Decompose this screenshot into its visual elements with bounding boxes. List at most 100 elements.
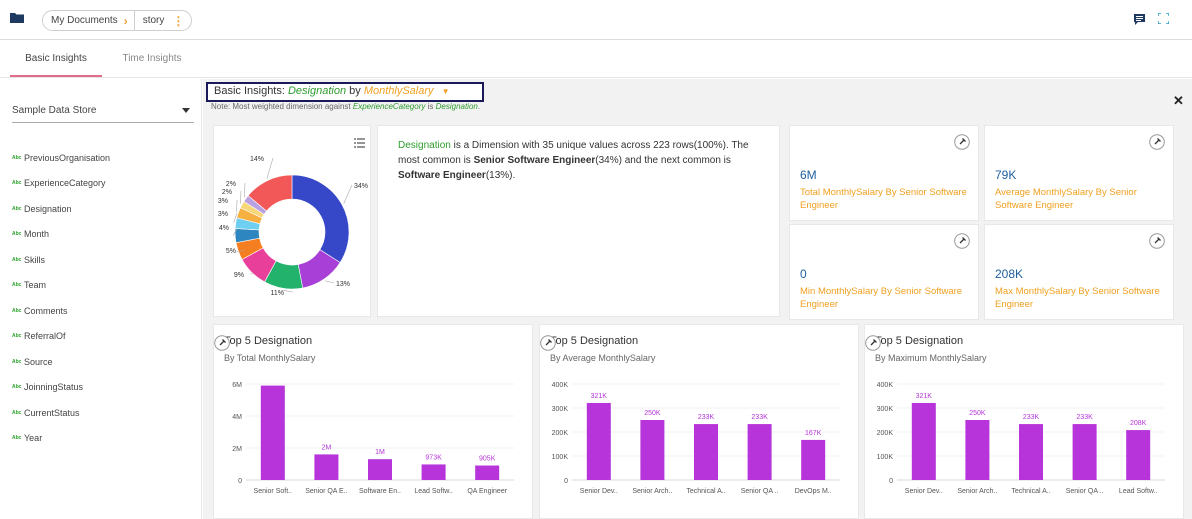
bar-value-label: 233K bbox=[698, 414, 715, 421]
tab-basic-insights[interactable]: Basic Insights bbox=[10, 40, 102, 77]
bar[interactable] bbox=[1019, 424, 1043, 480]
text-type-icon: Abc bbox=[12, 256, 22, 263]
kpi-card-max: 208K Max MonthlySalary By Senior Softwar… bbox=[984, 224, 1174, 320]
data-store-select[interactable]: Sample Data Store bbox=[12, 105, 194, 123]
dimension-item[interactable]: Abc ExperienceCategory bbox=[12, 171, 196, 197]
donut-slice-label: 3% bbox=[218, 198, 228, 205]
bar[interactable] bbox=[1126, 430, 1151, 480]
tab-bar: Basic Insights Time Insights bbox=[0, 40, 1192, 78]
chart-title: Top 5 Designation bbox=[875, 335, 964, 347]
y-tick-label: 200K bbox=[877, 430, 894, 437]
breadcrumb-story[interactable]: story bbox=[143, 15, 165, 26]
dimension-item[interactable]: Abc JoinningStatus bbox=[12, 375, 196, 401]
kpi-label: Total MonthlySalary By Senior Software E… bbox=[800, 187, 967, 211]
dimension-item[interactable]: Abc Skills bbox=[12, 247, 196, 273]
insight-dimension[interactable]: Designation bbox=[288, 85, 346, 97]
top-bar: My Documents › story ⋮ bbox=[0, 0, 1192, 40]
bar[interactable] bbox=[640, 420, 665, 480]
bar[interactable] bbox=[368, 459, 392, 480]
bar[interactable] bbox=[475, 465, 500, 480]
note-is: is bbox=[427, 102, 434, 111]
donut-chart: 34% 13% 11% 9% 5% 4% 3% 3% 2%2% 14% bbox=[218, 156, 368, 297]
dimension-item[interactable]: Abc Team bbox=[12, 273, 196, 299]
pin-icon[interactable] bbox=[1149, 233, 1165, 249]
dimension-item[interactable]: Abc ReferralOf bbox=[12, 324, 196, 350]
bar[interactable] bbox=[747, 424, 772, 480]
insight-title-selector[interactable]: Basic Insights: Designation by MonthlySa… bbox=[206, 82, 484, 102]
bar-value-label: 233K bbox=[1076, 414, 1093, 421]
comment-icon[interactable] bbox=[1134, 14, 1145, 25]
tab-time-insights[interactable]: Time Insights bbox=[110, 40, 194, 77]
caret-down-icon[interactable]: ▼ bbox=[442, 87, 450, 96]
dimension-label: Skills bbox=[24, 254, 46, 265]
y-tick-label: 400K bbox=[877, 382, 894, 389]
donut-slice-label: 2% bbox=[222, 189, 232, 196]
x-tick-label: Senior QA E.. bbox=[305, 488, 347, 495]
donut-chart-card: 34% 13% 11% 9% 5% 4% 3% 3% 2% 2% 14% bbox=[213, 125, 371, 317]
dimension-item[interactable]: Abc Designation bbox=[12, 196, 196, 222]
summary-top-2: Software Engineer bbox=[398, 170, 486, 181]
list-icon[interactable] bbox=[354, 138, 365, 148]
bar[interactable] bbox=[586, 402, 611, 480]
y-tick-label: 300K bbox=[877, 406, 894, 413]
dimension-item[interactable]: Abc PreviousOrganisation bbox=[12, 145, 196, 171]
more-vertical-icon[interactable]: ⋮ bbox=[172, 14, 184, 28]
bar[interactable] bbox=[260, 385, 285, 480]
dimension-item[interactable]: Abc Comments bbox=[12, 298, 196, 324]
bar-value-label: 321K bbox=[916, 393, 933, 400]
insight-measure[interactable]: MonthlySalary bbox=[364, 85, 434, 97]
chart-subtitle: By Total MonthlySalary bbox=[224, 353, 316, 363]
bar[interactable] bbox=[694, 424, 718, 480]
bar-value-label: 2M bbox=[322, 444, 332, 451]
bar[interactable] bbox=[1072, 424, 1097, 480]
text-type-icon: Abc bbox=[12, 180, 22, 187]
dimension-item[interactable]: Abc Month bbox=[12, 222, 196, 248]
dimension-label: ExperienceCategory bbox=[24, 178, 106, 189]
bar[interactable] bbox=[801, 439, 826, 480]
y-tick-label: 0 bbox=[238, 478, 242, 485]
dimension-label: ReferralOf bbox=[24, 331, 66, 342]
x-tick-label: Senior Dev.. bbox=[905, 488, 943, 495]
text-type-icon: Abc bbox=[12, 435, 22, 442]
donut-slice-label: 3% bbox=[218, 211, 228, 218]
x-tick-label: Senior Soft.. bbox=[254, 488, 293, 495]
donut-slice[interactable] bbox=[291, 174, 350, 263]
x-tick-label: Senior QA .. bbox=[1066, 488, 1104, 495]
chart-subtitle: By Maximum MonthlySalary bbox=[875, 353, 987, 363]
dimension-item[interactable]: Abc Source bbox=[12, 349, 196, 375]
expand-icon[interactable] bbox=[1158, 13, 1169, 24]
y-tick-label: 200K bbox=[552, 430, 569, 437]
x-tick-label: Senior Dev.. bbox=[580, 488, 618, 495]
pin-icon[interactable] bbox=[1149, 134, 1165, 150]
sidebar: Sample Data Store Abc PreviousOrganisatio… bbox=[0, 79, 202, 519]
donut-slice-label: 4% bbox=[219, 225, 229, 232]
dimension-label: JoinningStatus bbox=[24, 382, 84, 393]
donut-slice-label: 34% bbox=[354, 183, 368, 190]
breadcrumb-my-documents[interactable]: My Documents bbox=[51, 15, 118, 26]
chevron-right-icon: › bbox=[123, 13, 128, 28]
y-tick-label: 6M bbox=[232, 382, 242, 389]
summary-text-2: (34%) and the next common is bbox=[595, 155, 731, 166]
close-icon[interactable]: ✕ bbox=[1173, 93, 1184, 109]
donut-leader-line bbox=[266, 157, 274, 179]
pin-icon[interactable] bbox=[954, 233, 970, 249]
bar[interactable] bbox=[314, 454, 339, 480]
note-prefix: Note: Most weighted dimension against bbox=[211, 102, 351, 111]
pin-icon[interactable] bbox=[865, 335, 881, 351]
bar-value-label: 250K bbox=[644, 410, 661, 417]
folder-icon[interactable] bbox=[10, 12, 24, 23]
y-tick-label: 100K bbox=[877, 454, 894, 461]
kpi-card-min: 0 Min MonthlySalary By Senior Software E… bbox=[789, 224, 979, 320]
pin-icon[interactable] bbox=[214, 335, 230, 351]
pin-icon[interactable] bbox=[954, 134, 970, 150]
bar[interactable] bbox=[965, 420, 990, 480]
bar[interactable] bbox=[911, 402, 936, 480]
bar[interactable] bbox=[421, 464, 446, 480]
bar-value-label: 233K bbox=[751, 414, 768, 421]
summary-top-1: Senior Software Engineer bbox=[473, 155, 596, 166]
dimension-item[interactable]: Abc CurrentStatus bbox=[12, 400, 196, 426]
x-tick-label: Software En.. bbox=[359, 488, 401, 495]
pin-icon[interactable] bbox=[540, 335, 556, 351]
kpi-card-average: 79K Average MonthlySalary By Senior Soft… bbox=[984, 125, 1174, 221]
dimension-item[interactable]: Abc Year bbox=[12, 426, 196, 452]
